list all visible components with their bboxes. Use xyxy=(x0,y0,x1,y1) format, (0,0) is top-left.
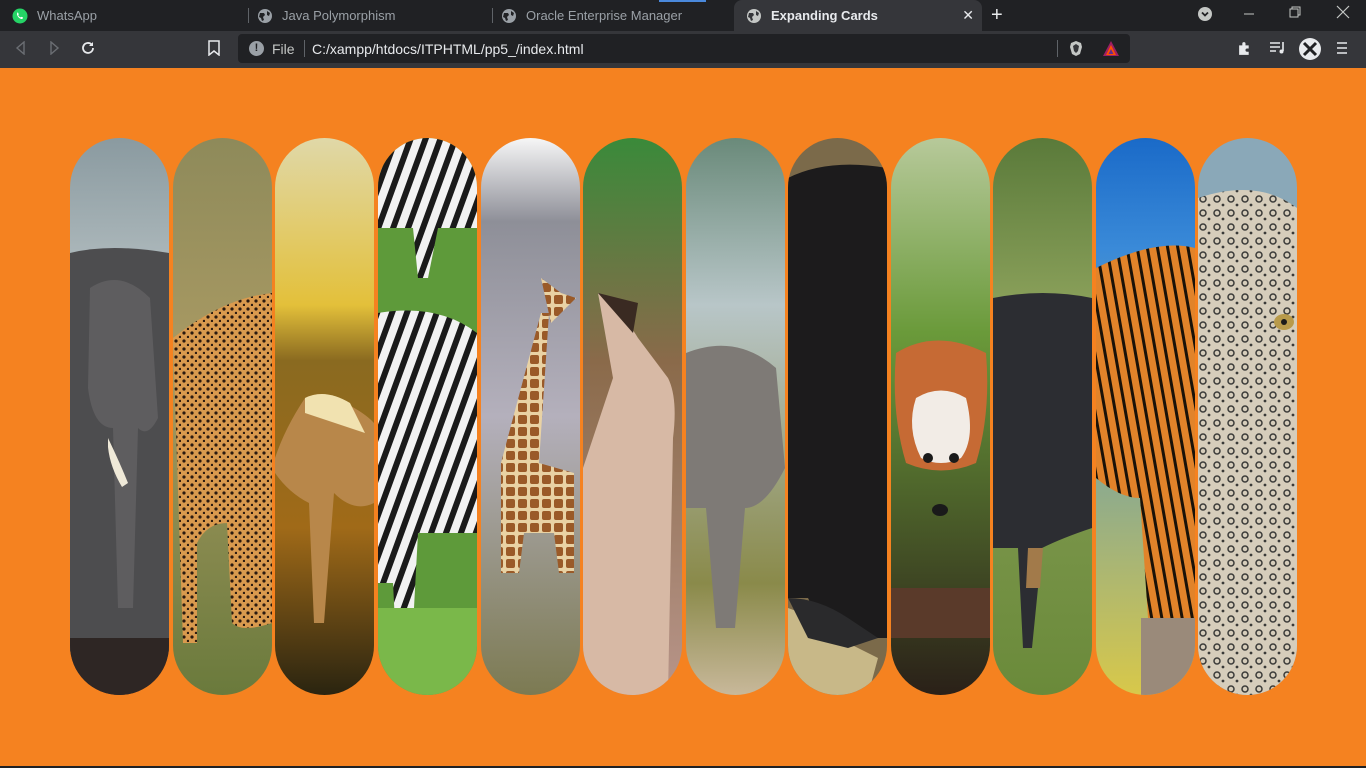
tab-label: Oracle Enterprise Manager xyxy=(526,8,683,23)
scheme-label: File xyxy=(272,41,295,57)
close-tab-icon[interactable]: ✕ xyxy=(962,7,974,24)
tab-label: WhatsApp xyxy=(37,8,97,23)
card-zebra[interactable] xyxy=(378,138,477,695)
card-tiger[interactable] xyxy=(1096,138,1195,695)
hamburger-menu-icon xyxy=(1337,42,1347,54)
tab-expanding-cards[interactable]: Expanding Cards ✕ xyxy=(734,0,982,31)
tab-label: Java Polymorphism xyxy=(282,8,396,23)
tab-search-button[interactable] xyxy=(1193,6,1217,25)
info-icon[interactable]: ! xyxy=(249,41,264,56)
avatar-icon xyxy=(1299,38,1321,60)
brave-shields-icon[interactable] xyxy=(1068,40,1084,57)
back-button[interactable] xyxy=(14,40,28,60)
playlist-icon xyxy=(1270,42,1284,54)
red-panda-image xyxy=(891,138,990,695)
minimize-button[interactable] xyxy=(1237,3,1261,26)
page-content xyxy=(0,68,1366,768)
card-horse[interactable] xyxy=(275,138,374,695)
card-gorilla[interactable] xyxy=(788,138,887,695)
chevron-down-circle-icon xyxy=(1198,7,1212,21)
globe-icon xyxy=(502,8,516,23)
card-elephant[interactable] xyxy=(70,138,169,695)
card-cheetah[interactable] xyxy=(173,138,272,695)
address-divider xyxy=(304,40,305,57)
restore-button[interactable] xyxy=(1283,5,1307,22)
card-red-panda[interactable] xyxy=(891,138,990,695)
forward-arrow-icon xyxy=(50,40,60,56)
tab-label: Expanding Cards xyxy=(771,8,878,23)
tab-whatsapp[interactable]: WhatsApp xyxy=(0,0,248,31)
bookmark-button[interactable] xyxy=(207,40,221,61)
card-antelope[interactable] xyxy=(583,138,682,695)
media-controls-button[interactable] xyxy=(1269,40,1287,61)
rhinoceros-image xyxy=(686,138,785,695)
card-snow-leopard[interactable] xyxy=(1198,138,1297,695)
expanding-cards-container xyxy=(70,138,1298,695)
wild-boar-image xyxy=(993,138,1092,695)
restore-icon xyxy=(1289,6,1301,18)
brave-rewards-icon[interactable] xyxy=(1102,40,1120,57)
reload-icon xyxy=(82,42,94,54)
zebra-image xyxy=(378,138,477,695)
cheetah-image xyxy=(173,138,272,695)
loading-indicator xyxy=(659,0,706,2)
globe-icon xyxy=(258,8,272,23)
address-bar[interactable]: ! File C:/xampp/htdocs/ITPHTML/pp5_/inde… xyxy=(238,34,1130,63)
tiger-image xyxy=(1096,138,1195,695)
reload-button[interactable] xyxy=(80,40,96,61)
main-menu-button[interactable] xyxy=(1336,40,1348,61)
snow-leopard-image xyxy=(1198,138,1297,695)
browser-window: WhatsApp Java Polymorphism Oracle Enterp… xyxy=(0,0,1366,68)
antelope-image xyxy=(583,138,682,695)
card-giraffe[interactable] xyxy=(481,138,580,695)
address-divider xyxy=(1057,40,1058,57)
gorilla-image xyxy=(788,138,887,695)
globe-icon xyxy=(747,8,761,23)
card-wild-boar[interactable] xyxy=(993,138,1092,695)
back-arrow-icon xyxy=(15,40,25,56)
whatsapp-icon xyxy=(12,8,28,23)
close-window-button[interactable] xyxy=(1331,5,1355,22)
puzzle-icon xyxy=(1239,42,1249,55)
card-rhinoceros[interactable] xyxy=(686,138,785,695)
forward-button[interactable] xyxy=(47,40,61,60)
horse-image xyxy=(275,138,374,695)
close-icon xyxy=(1336,5,1350,19)
tab-strip: WhatsApp Java Polymorphism Oracle Enterp… xyxy=(0,0,1366,31)
extensions-button[interactable] xyxy=(1237,40,1254,62)
new-tab-button[interactable]: + xyxy=(991,4,1003,26)
minimize-icon xyxy=(1244,13,1254,15)
profile-avatar[interactable] xyxy=(1299,38,1321,65)
giraffe-image xyxy=(481,138,580,695)
url-text[interactable]: C:/xampp/htdocs/ITPHTML/pp5_/index.html xyxy=(312,41,584,57)
bookmark-icon xyxy=(208,40,220,57)
tab-java-polymorphism[interactable]: Java Polymorphism xyxy=(245,0,493,31)
elephant-image xyxy=(70,138,169,695)
tab-oracle-enterprise-manager[interactable]: Oracle Enterprise Manager xyxy=(489,0,737,31)
